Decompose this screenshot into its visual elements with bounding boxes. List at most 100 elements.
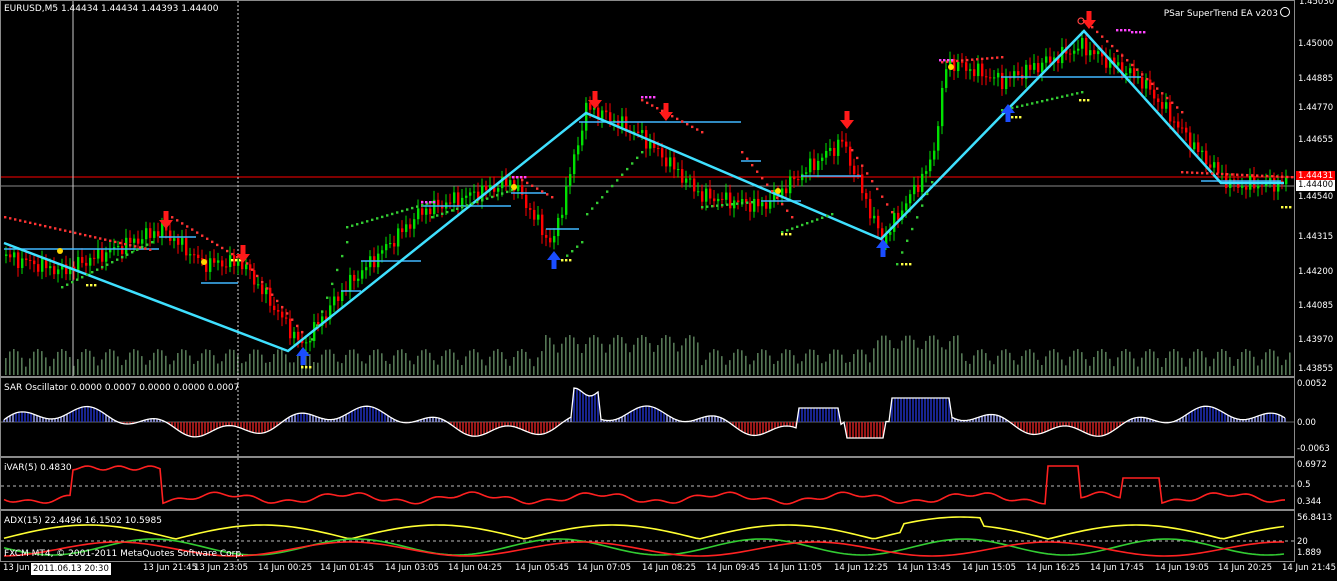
ivar-pane[interactable]: iVAR(5) 0.4830 [0,457,1295,510]
parabolic-sar-dot [1211,172,1214,175]
candle-body [813,158,816,171]
parabolic-sar-dot [816,218,819,221]
parabolic-sar-dot [616,179,619,182]
candle-body [57,269,60,275]
volume-bar [773,363,775,375]
candle-body [353,274,356,281]
volume-bar [1033,352,1035,375]
volume-bar [1233,365,1235,375]
parabolic-sar-dot [911,227,914,231]
volume-bar [241,363,243,375]
sar-oscillator-pane[interactable]: SAR Oscillator 0.0000 0.0007 0.0000 0.00… [0,377,1295,457]
volume-bar [533,366,535,375]
volume-bar [165,355,167,375]
volume-bar [977,350,979,375]
time-axis-label: 14 Jun 12:25 [834,563,888,573]
candle-body [269,287,272,306]
candle-body [517,185,520,191]
parabolic-sar-dot [29,221,32,225]
parabolic-sar-dot [786,229,789,232]
volume-bar [1217,351,1219,375]
adx-pane[interactable]: ADX(15) 22.4496 16.1502 10.5985 FXCM MT4… [0,510,1295,562]
volume-bar [565,337,567,375]
sar-marker-dot [425,201,428,204]
volume-bar [9,351,11,375]
candle-body [985,76,988,78]
volume-bar [429,352,431,375]
parabolic-sar-dot [1046,98,1049,102]
ivar-canvas [1,458,1294,509]
volume-bar [497,349,499,375]
parabolic-sar-dot [216,243,219,247]
parabolic-sar-dot [9,217,12,220]
volume-bar [61,349,63,375]
price-axis-label: 1.44885 [1298,74,1334,84]
candle-body [713,198,716,202]
volume-bar [377,349,379,375]
volume-bar [541,351,543,375]
volume-bar [1241,352,1243,375]
volume-bar [1013,360,1015,375]
candle-body [865,193,868,199]
volume-bar [1189,358,1191,375]
candle-body [989,77,992,79]
volume-bar [557,352,559,375]
sell-arrow-icon [659,103,673,121]
parabolic-sar-dot [416,205,419,208]
candle-body [401,228,404,233]
candle-body [749,202,752,212]
sar-marker-dot [429,201,432,204]
sar-marker-dot [94,284,97,287]
parabolic-sar-dot [61,286,64,289]
copyright-text: FXCM MT4, © 2001-2011 MetaQuotes Softwar… [4,549,244,559]
volume-bar [573,337,575,375]
volume-bar [161,350,163,375]
volume-bar [1149,349,1151,375]
volume-bar [789,350,791,375]
candle-body [101,248,104,262]
parabolic-sar-dot [321,310,324,313]
volume-bar [853,354,855,375]
volume-bar [621,337,623,375]
volume-bar [1269,349,1271,375]
candle-body [221,260,224,267]
candle-body [1161,102,1164,109]
candle-body [1157,98,1160,103]
sar-marker-dot [231,259,234,262]
parabolic-sar-dot [39,223,42,227]
volume-bar [957,335,959,375]
sar-marker-dot [1015,116,1018,119]
sar-marker-dot [1143,31,1146,34]
candle-body [397,228,400,247]
volume-bar [49,366,51,375]
price-chart-pane[interactable]: EURUSD,M5 1.44434 1.44434 1.44393 1.4440… [0,0,1295,377]
candle-body [357,278,360,281]
candle-body [41,258,44,272]
volume-bar [1125,349,1127,375]
volume-bar [37,349,39,375]
volume-bar [197,360,199,375]
candle-body [609,112,612,123]
candle-body [341,290,344,302]
candle-body [361,270,364,279]
parabolic-sar-dot [706,205,709,208]
parabolic-sar-dot [976,58,979,61]
parabolic-sar-dot [876,187,879,191]
volume-bar [1017,364,1019,375]
candle-body [929,159,932,172]
candle-body [533,209,536,220]
candle-body [389,242,392,245]
parabolic-sar-dot [1031,102,1034,105]
volume-bar [825,361,827,375]
volume-bar [657,345,659,375]
volume-bar [805,353,807,375]
candle-body [925,171,928,174]
parabolic-sar-dot [336,268,339,272]
volume-bar [17,351,19,375]
parabolic-sar-dot [716,204,719,207]
price-axis-label: 1.43970 [1298,335,1334,345]
volume-bar [297,354,299,375]
candle-body [1037,63,1040,73]
candle-body [1005,77,1008,90]
parabolic-sar-dot [1161,92,1164,95]
